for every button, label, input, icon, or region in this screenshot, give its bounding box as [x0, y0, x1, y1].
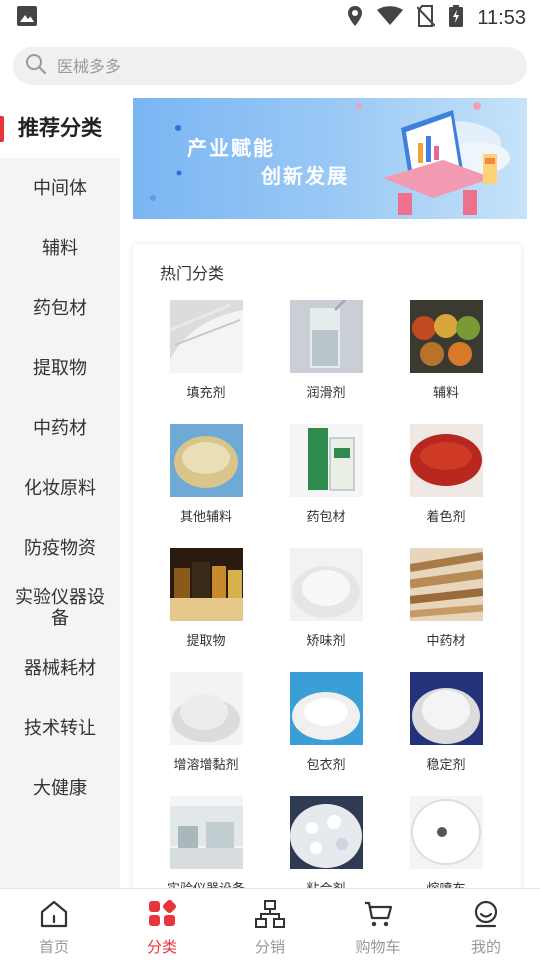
category-label: 增溶增黏剂	[173, 758, 239, 773]
tab-distribution[interactable]: 分销	[216, 889, 324, 960]
home-icon	[39, 900, 69, 932]
category-label: 填充剂	[186, 386, 226, 401]
section-title: 热门分类	[160, 264, 225, 283]
bottom-tab-bar: 首页 分类 分销 购物车 我的	[0, 888, 540, 960]
filler-image	[170, 300, 243, 373]
category-sidebar: 推荐分类 中间体 辅料 药包材 提取物 中药材 化妆原料 防疫物资 实验仪器设备…	[0, 98, 120, 888]
category-label: 润滑剂	[306, 386, 346, 401]
tab-label: 首页	[38, 938, 69, 956]
category-label: 稳定剂	[426, 758, 466, 773]
category-item-coating[interactable]: 包衣剂	[266, 672, 386, 782]
search-input[interactable]	[57, 56, 477, 76]
excipient-image	[410, 300, 483, 373]
tab-category[interactable]: 分类	[108, 889, 216, 960]
search-icon	[25, 53, 47, 79]
tab-label: 购物车	[355, 938, 401, 956]
category-item-chinese-herbs[interactable]: 中药材	[386, 548, 506, 658]
promo-banner[interactable]: 产业赋能 创新发展	[133, 98, 527, 219]
category-label: 包衣剂	[306, 758, 346, 773]
tab-cart[interactable]: 购物车	[324, 889, 432, 960]
location-icon	[347, 5, 363, 31]
no-sim-icon	[416, 5, 437, 31]
coating-image	[290, 672, 363, 745]
tab-label: 我的	[470, 938, 501, 956]
category-item-stabilizer[interactable]: 稳定剂	[386, 672, 506, 782]
category-item-other-excipients[interactable]: 其他辅料	[146, 424, 266, 534]
category-label: 药包材	[306, 510, 346, 525]
lab-equipment-image	[170, 796, 243, 869]
sidebar-item-epidemic-supplies[interactable]: 防疫物资	[0, 518, 120, 578]
category-item-solubilizer[interactable]: 增溶增黏剂	[146, 672, 266, 782]
profile-icon	[471, 900, 501, 932]
status-bar: 11:53	[0, 0, 540, 36]
binder-image	[290, 796, 363, 869]
banner-line-1: 产业赋能	[187, 136, 275, 160]
category-label: 提取物	[186, 634, 226, 649]
sidebar-item-herbs[interactable]: 中药材	[0, 398, 120, 458]
category-label: 矫味剂	[306, 634, 346, 649]
sidebar-item-cosmetics[interactable]: 化妆原料	[0, 458, 120, 518]
category-item-filler[interactable]: 填充剂	[146, 300, 266, 410]
chinese-herbs-image	[410, 548, 483, 621]
category-item-excipient[interactable]: 辅料	[386, 300, 506, 410]
distribution-icon	[255, 900, 285, 932]
category-item-flavoring[interactable]: 矫味剂	[266, 548, 386, 658]
other-excipients-image	[170, 424, 243, 497]
tab-home[interactable]: 首页	[0, 889, 108, 960]
sidebar-item-lab-equipment[interactable]: 实验仪器设备	[0, 578, 120, 638]
image-notification-icon	[16, 5, 38, 31]
banner-line-2: 创新发展	[261, 164, 349, 188]
meltblown-image	[410, 796, 483, 869]
category-item-colorant[interactable]: 着色剂	[386, 424, 506, 534]
tab-profile[interactable]: 我的	[432, 889, 540, 960]
wifi-icon	[377, 6, 404, 30]
flavoring-image	[290, 548, 363, 621]
category-label: 中药材	[426, 634, 466, 649]
tab-label: 分销	[254, 938, 285, 956]
category-icon	[147, 899, 177, 932]
sidebar-item-health[interactable]: 大健康	[0, 758, 120, 818]
sidebar-item-packaging[interactable]: 药包材	[0, 278, 120, 338]
packaging-image	[290, 424, 363, 497]
extract-image	[170, 548, 243, 621]
battery-charging-icon	[449, 5, 464, 31]
solubilizer-image	[170, 672, 243, 745]
sidebar-item-recommended[interactable]: 推荐分类	[0, 98, 120, 158]
category-item-extract[interactable]: 提取物	[146, 548, 266, 658]
category-item-packaging[interactable]: 药包材	[266, 424, 386, 534]
sidebar-item-tech-transfer[interactable]: 技术转让	[0, 698, 120, 758]
sidebar-item-excipients[interactable]: 辅料	[0, 218, 120, 278]
category-label: 辅料	[432, 386, 459, 401]
sidebar-item-consumables[interactable]: 器械耗材	[0, 638, 120, 698]
category-label: 着色剂	[426, 510, 466, 525]
lubricant-image	[290, 300, 363, 373]
cart-icon	[363, 900, 393, 932]
colorant-image	[410, 424, 483, 497]
category-item-lubricant[interactable]: 润滑剂	[266, 300, 386, 410]
search-bar[interactable]	[13, 47, 527, 85]
sidebar-item-intermediates[interactable]: 中间体	[0, 158, 120, 218]
stabilizer-image	[410, 672, 483, 745]
sidebar-item-extracts[interactable]: 提取物	[0, 338, 120, 398]
clock: 11:53	[477, 6, 526, 29]
category-label: 其他辅料	[179, 510, 232, 525]
hot-categories-card: 热门分类 填充剂 润滑剂 辅料 其他辅料 药包材 着色剂 提取物 矫味剂 中药材…	[133, 244, 521, 904]
tab-label: 分类	[146, 938, 177, 956]
